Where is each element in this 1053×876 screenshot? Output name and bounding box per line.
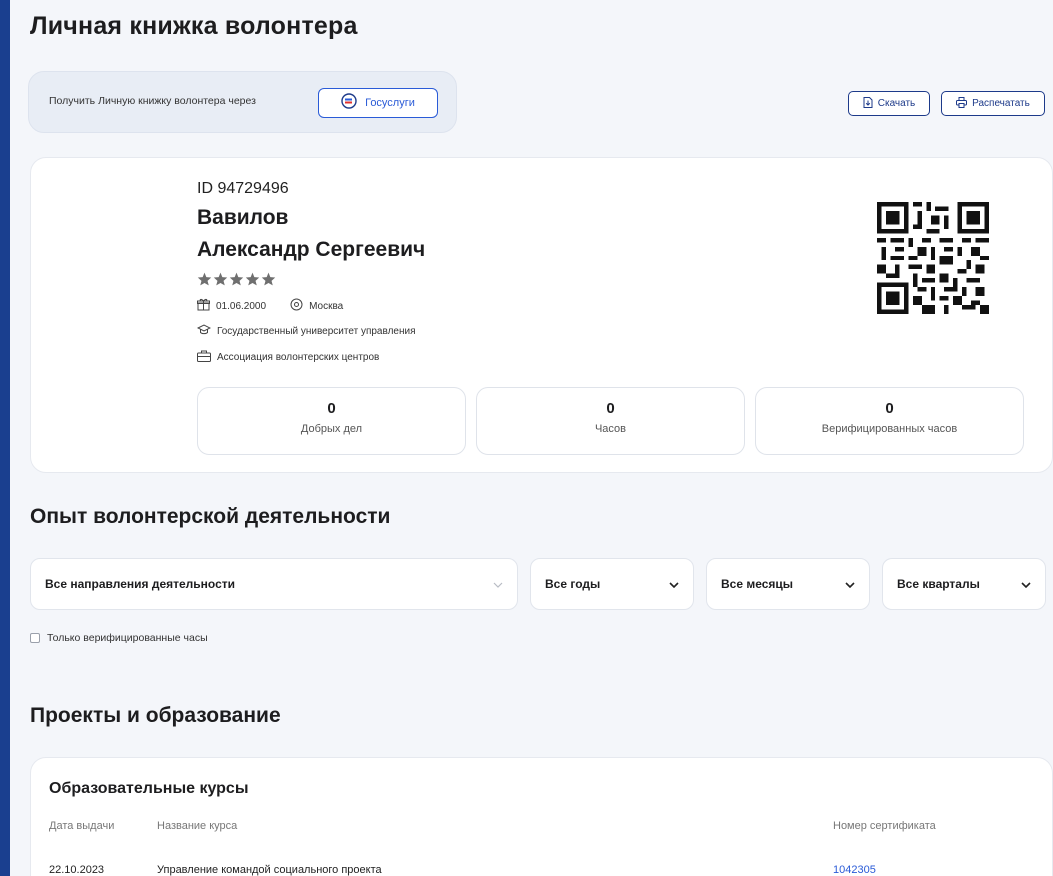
years-select-value: Все годы: [545, 577, 601, 591]
quarters-select[interactable]: Все кварталы: [882, 558, 1046, 610]
print-label: Распечатать: [972, 98, 1030, 109]
gosuslugi-prompt: Получить Личную книжку волонтера через: [49, 95, 256, 107]
courses-title: Образовательные курсы: [49, 780, 249, 797]
rating-stars: [197, 272, 276, 286]
university-row: Государственный университет управления: [196, 324, 416, 339]
graduation-cap-icon: [196, 324, 212, 339]
verified-only-checkbox[interactable]: [30, 633, 40, 643]
stat-value: 0: [885, 400, 894, 417]
profile-card: ID 94729496 Вавилов Александр Сергеевич …: [30, 157, 1053, 473]
organization: Ассоциация волонтерских центров: [217, 352, 380, 363]
column-header-course: Название курса: [157, 820, 238, 832]
months-select-value: Все месяцы: [721, 577, 794, 591]
chevron-down-icon: [845, 577, 855, 591]
download-button[interactable]: Скачать: [848, 91, 930, 116]
projects-title: Проекты и образование: [30, 704, 281, 727]
years-select[interactable]: Все годы: [530, 558, 694, 610]
university: Государственный университет управления: [217, 326, 416, 337]
star-icon: [245, 272, 260, 286]
stat-label: Часов: [594, 423, 627, 435]
gosuslugi-button[interactable]: Госуслуги: [318, 88, 438, 118]
column-header-certificate: Номер сертификата: [833, 820, 936, 832]
stat-label: Верифицированных часов: [821, 423, 958, 435]
printer-icon: [956, 96, 968, 111]
city: Москва: [309, 300, 344, 312]
gosuslugi-button-label: Госуслуги: [365, 97, 415, 109]
courses-card: Образовательные курсы Дата выдачи Назван…: [30, 757, 1053, 876]
volunteer-id: ID 94729496: [197, 180, 289, 197]
gosuslugi-banner: Получить Личную книжку волонтера через Г…: [28, 71, 457, 133]
quarters-select-value: Все кварталы: [897, 577, 980, 591]
star-icon: [213, 272, 228, 286]
experience-title: Опыт волонтерской деятельности: [30, 505, 391, 528]
volunteer-last-name: Вавилов: [197, 206, 289, 229]
verified-only-label: Только верифицированные часы: [47, 632, 208, 644]
direction-select-value: Все направления деятельности: [45, 577, 236, 591]
stat-value: 0: [327, 400, 336, 417]
certificate-link[interactable]: 1042305: [833, 864, 876, 876]
stat-verified-hours: 0 Верифицированных часов: [755, 387, 1024, 455]
download-label: Скачать: [877, 98, 916, 109]
volunteer-first-middle-name: Александр Сергеевич: [197, 238, 426, 261]
gift-icon: [197, 298, 210, 314]
file-download-icon: [863, 96, 873, 111]
stat-good-deeds: 0 Добрых дел: [197, 387, 466, 455]
chevron-down-icon: [493, 577, 503, 591]
star-icon: [197, 272, 212, 286]
verified-only-row[interactable]: Только верифицированные часы: [30, 632, 208, 644]
birth-and-city-row: 01.06.2000 Москва: [197, 298, 343, 314]
course-name: Управление командой социального проекта: [157, 864, 382, 876]
column-header-date: Дата выдачи: [49, 820, 115, 832]
stat-label: Добрых дел: [300, 423, 363, 435]
star-icon: [229, 272, 244, 286]
organization-row: Ассоциация волонтерских центров: [197, 350, 379, 365]
gosuslugi-logo-icon: [341, 92, 357, 114]
chevron-down-icon: [669, 577, 679, 591]
direction-select[interactable]: Все направления деятельности: [30, 558, 518, 610]
page: Личная книжка волонтера Получить Личную …: [10, 0, 1053, 876]
stat-value: 0: [606, 400, 615, 417]
course-date: 22.10.2023: [49, 864, 105, 876]
location-pin-icon: [290, 298, 303, 314]
qr-code: [877, 202, 989, 314]
stat-hours: 0 Часов: [476, 387, 745, 455]
star-icon: [261, 272, 276, 286]
page-title: Личная книжка волонтера: [30, 12, 358, 40]
birth-date: 01.06.2000: [216, 300, 267, 312]
print-button[interactable]: Распечатать: [941, 91, 1045, 116]
months-select[interactable]: Все месяцы: [706, 558, 870, 610]
briefcase-icon: [197, 350, 211, 365]
chevron-down-icon: [1021, 577, 1031, 591]
